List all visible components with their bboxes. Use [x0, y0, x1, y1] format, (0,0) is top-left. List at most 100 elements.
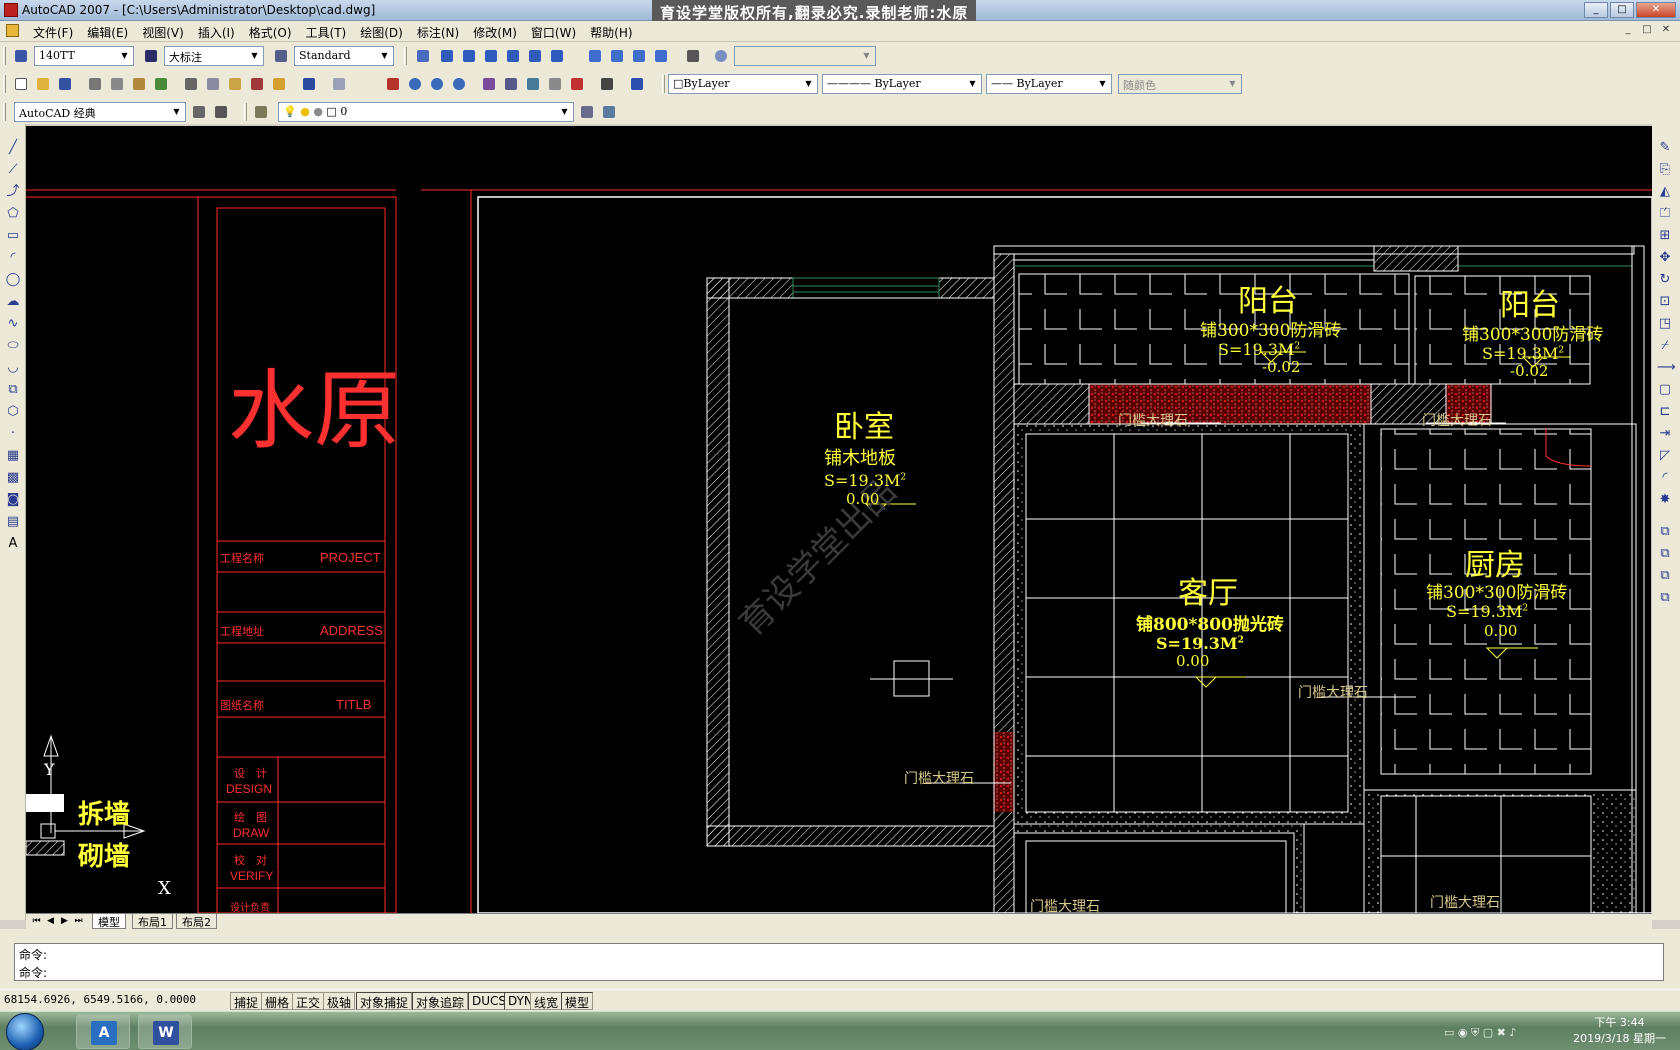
- break-at-point-icon[interactable]: ▢: [1657, 382, 1673, 398]
- model-paper-toggle[interactable]: 模型: [561, 992, 594, 1010]
- help-icon[interactable]: [628, 75, 646, 93]
- explode-icon[interactable]: ✸: [1657, 492, 1673, 508]
- zoom-window-icon[interactable]: [428, 75, 446, 93]
- draw-order-front-icon[interactable]: ⧉: [1657, 524, 1673, 540]
- move-icon[interactable]: ✥: [1657, 250, 1673, 266]
- menu-format[interactable]: 格式(O): [242, 24, 299, 41]
- draw-order-under-icon[interactable]: ⧉: [1657, 590, 1673, 606]
- document-icon[interactable]: [6, 24, 19, 37]
- design-center-icon[interactable]: [502, 75, 520, 93]
- menu-dimension[interactable]: 标注(N): [410, 24, 466, 41]
- workspace-save-icon[interactable]: [212, 103, 230, 121]
- start-button[interactable]: [6, 1013, 44, 1050]
- camera-icon[interactable]: [684, 47, 702, 65]
- insert-block-icon[interactable]: ⧉: [5, 382, 21, 398]
- cursor-coordinates[interactable]: 68154.6926, 6549.5166, 0.0000: [4, 993, 196, 1006]
- menu-view[interactable]: 视图(V): [135, 24, 191, 41]
- command-history[interactable]: 命令: 命令:: [14, 943, 1664, 981]
- mirror-icon[interactable]: ◭: [1657, 184, 1673, 200]
- color-select[interactable]: □ByLayer ▼: [668, 74, 818, 94]
- plot-style-select[interactable]: 随颜色 ▼: [1118, 74, 1242, 94]
- table-style-icon[interactable]: [272, 47, 290, 65]
- polygon-icon[interactable]: ⬠: [5, 206, 21, 222]
- paste-icon[interactable]: [226, 75, 244, 93]
- system-clock[interactable]: 下午 3:44 2019/3/18 星期一: [1573, 1015, 1666, 1047]
- dim-style-select[interactable]: 大标注 ▼: [164, 46, 264, 66]
- view-back-icon[interactable]: [548, 47, 566, 65]
- menu-tools[interactable]: 工具(T): [299, 24, 354, 41]
- view-front-icon[interactable]: [460, 47, 478, 65]
- grid-toggle[interactable]: 栅格: [261, 992, 294, 1010]
- sheet-set-icon[interactable]: [546, 75, 564, 93]
- undo-icon[interactable]: [300, 75, 318, 93]
- doc-minimize-button[interactable]: _: [1620, 24, 1636, 38]
- copy-icon[interactable]: [204, 75, 222, 93]
- draw-order-above-icon[interactable]: ⧉: [1657, 568, 1673, 584]
- print-preview-icon[interactable]: [108, 75, 126, 93]
- ellipse-icon[interactable]: ⬭: [5, 338, 21, 354]
- zoom-realtime-icon[interactable]: [406, 75, 424, 93]
- erase-icon[interactable]: ✎: [1657, 140, 1673, 156]
- zoom-previous-icon[interactable]: [450, 75, 468, 93]
- view-left-icon[interactable]: [482, 47, 500, 65]
- arc-icon[interactable]: ◜: [5, 250, 21, 266]
- otrack-toggle[interactable]: 对象追踪: [412, 992, 469, 1010]
- gradient-icon[interactable]: ▩: [5, 470, 21, 486]
- view-right-icon[interactable]: [504, 47, 522, 65]
- block-editor-icon[interactable]: [270, 75, 288, 93]
- tab-model[interactable]: 模型: [92, 914, 126, 929]
- snap-toggle[interactable]: 捕捉: [230, 992, 263, 1010]
- linetype-select[interactable]: ———— ByLayer ▼: [822, 74, 982, 94]
- toolbar-grip[interactable]: [3, 103, 6, 121]
- view-top-icon[interactable]: [438, 47, 456, 65]
- toolbar-grip[interactable]: [244, 103, 247, 121]
- 3d-dwf-icon[interactable]: [152, 75, 170, 93]
- make-block-icon[interactable]: ⬡: [5, 404, 21, 420]
- layer-properties-icon[interactable]: [252, 103, 270, 121]
- chamfer-icon[interactable]: ◸: [1657, 448, 1673, 464]
- spline-icon[interactable]: ∿: [5, 316, 21, 332]
- construction-line-icon[interactable]: ⟋: [5, 162, 21, 178]
- menu-window[interactable]: 窗口(W): [524, 24, 583, 41]
- taskbar-autocad[interactable]: A: [76, 1014, 130, 1049]
- break-icon[interactable]: ⊏: [1657, 404, 1673, 420]
- revision-cloud-icon[interactable]: ☁: [5, 294, 21, 310]
- publish-icon[interactable]: [130, 75, 148, 93]
- dim-style-icon[interactable]: [142, 47, 160, 65]
- markup-icon[interactable]: [568, 75, 586, 93]
- menu-file[interactable]: 文件(F): [26, 24, 80, 41]
- text-style-select[interactable]: 140TT ▼: [34, 46, 134, 66]
- properties-icon[interactable]: [480, 75, 498, 93]
- viewport-icon[interactable]: [414, 47, 432, 65]
- pan-icon[interactable]: [384, 75, 402, 93]
- rectangle-icon[interactable]: ▭: [5, 228, 21, 244]
- workspace-settings-icon[interactable]: [190, 103, 208, 121]
- match-properties-icon[interactable]: [248, 75, 266, 93]
- menu-draw[interactable]: 绘图(D): [353, 24, 410, 41]
- iso-se-icon[interactable]: [608, 47, 626, 65]
- toolbar-grip[interactable]: [3, 47, 6, 65]
- point-icon[interactable]: ·: [5, 426, 21, 442]
- menu-edit[interactable]: 编辑(E): [80, 24, 135, 41]
- hatch-icon[interactable]: ▦: [5, 448, 21, 464]
- named-view-select[interactable]: ▼: [734, 46, 876, 66]
- print-icon[interactable]: [86, 75, 104, 93]
- array-icon[interactable]: ⊞: [1657, 228, 1673, 244]
- taskbar-word[interactable]: W: [138, 1014, 192, 1049]
- open-icon[interactable]: [34, 75, 52, 93]
- polar-toggle[interactable]: 极轴: [323, 992, 356, 1010]
- cut-icon[interactable]: [182, 75, 200, 93]
- extend-icon[interactable]: ⟶: [1657, 360, 1676, 376]
- join-icon[interactable]: ⇥: [1657, 426, 1673, 442]
- copy-object-icon[interactable]: ⎘: [1657, 162, 1673, 178]
- ellipse-arc-icon[interactable]: ◡: [5, 360, 21, 376]
- offset-icon[interactable]: ⏍: [1657, 206, 1673, 222]
- table-style-select[interactable]: Standard ▼: [294, 46, 394, 66]
- redo-icon[interactable]: [330, 75, 348, 93]
- lineweight-select[interactable]: —— ByLayer ▼: [986, 74, 1112, 94]
- menu-help[interactable]: 帮助(H): [583, 24, 639, 41]
- autocad-app-icon[interactable]: [4, 3, 18, 17]
- layer-previous-icon[interactable]: [600, 103, 618, 121]
- toolbar-grip[interactable]: [3, 75, 6, 93]
- calculator-icon[interactable]: [598, 75, 616, 93]
